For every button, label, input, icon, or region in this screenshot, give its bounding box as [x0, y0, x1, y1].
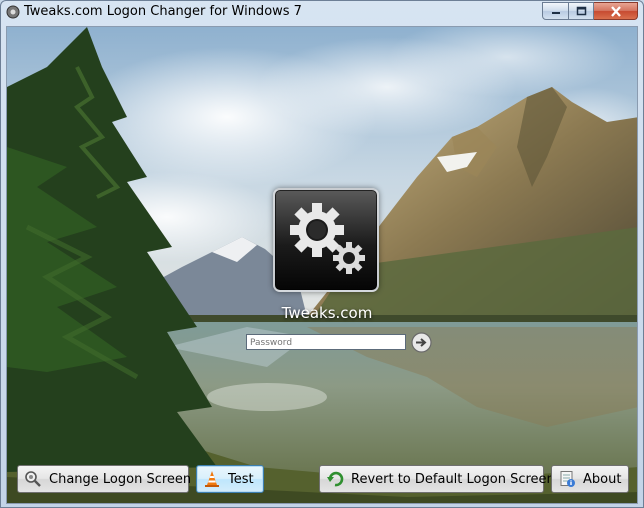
traffic-cone-icon	[205, 471, 219, 487]
user-name: Tweaks.com	[281, 304, 373, 322]
revert-default-label: Revert to Default Logon Screen	[351, 471, 555, 487]
close-button[interactable]	[594, 2, 638, 20]
minimize-icon	[551, 12, 560, 14]
magnifier-gear-icon	[25, 471, 41, 487]
revert-default-button[interactable]: Revert to Default Logon Screen	[319, 465, 555, 493]
change-logon-screen-button[interactable]: Change Logon Screen	[17, 465, 192, 493]
account-tile	[273, 188, 379, 292]
info-document-icon	[560, 471, 575, 487]
gears-icon	[290, 203, 365, 274]
about-label: About	[583, 471, 622, 487]
about-button[interactable]: About	[551, 465, 629, 493]
change-logon-screen-label: Change Logon Screen	[49, 471, 192, 487]
test-button[interactable]: Test	[196, 465, 264, 493]
undo-arrow-icon	[327, 471, 344, 487]
close-icon	[610, 5, 621, 17]
maximize-icon	[576, 6, 586, 16]
maximize-button[interactable]	[569, 2, 594, 20]
title-bar[interactable]: Tweaks.com Logon Changer for Windows 7	[1, 1, 643, 25]
gear-icon	[6, 5, 20, 19]
logon-preview: Tweaks.com Change Logon Screen Test	[6, 26, 638, 504]
arrow-right-icon[interactable]	[411, 332, 432, 353]
minimize-button[interactable]	[542, 2, 569, 20]
test-label: Test	[228, 471, 254, 487]
app-window: Tweaks.com Logon Changer for Windows 7 T…	[0, 0, 644, 508]
window-title: Tweaks.com Logon Changer for Windows 7	[24, 4, 302, 19]
password-field[interactable]	[246, 334, 406, 350]
